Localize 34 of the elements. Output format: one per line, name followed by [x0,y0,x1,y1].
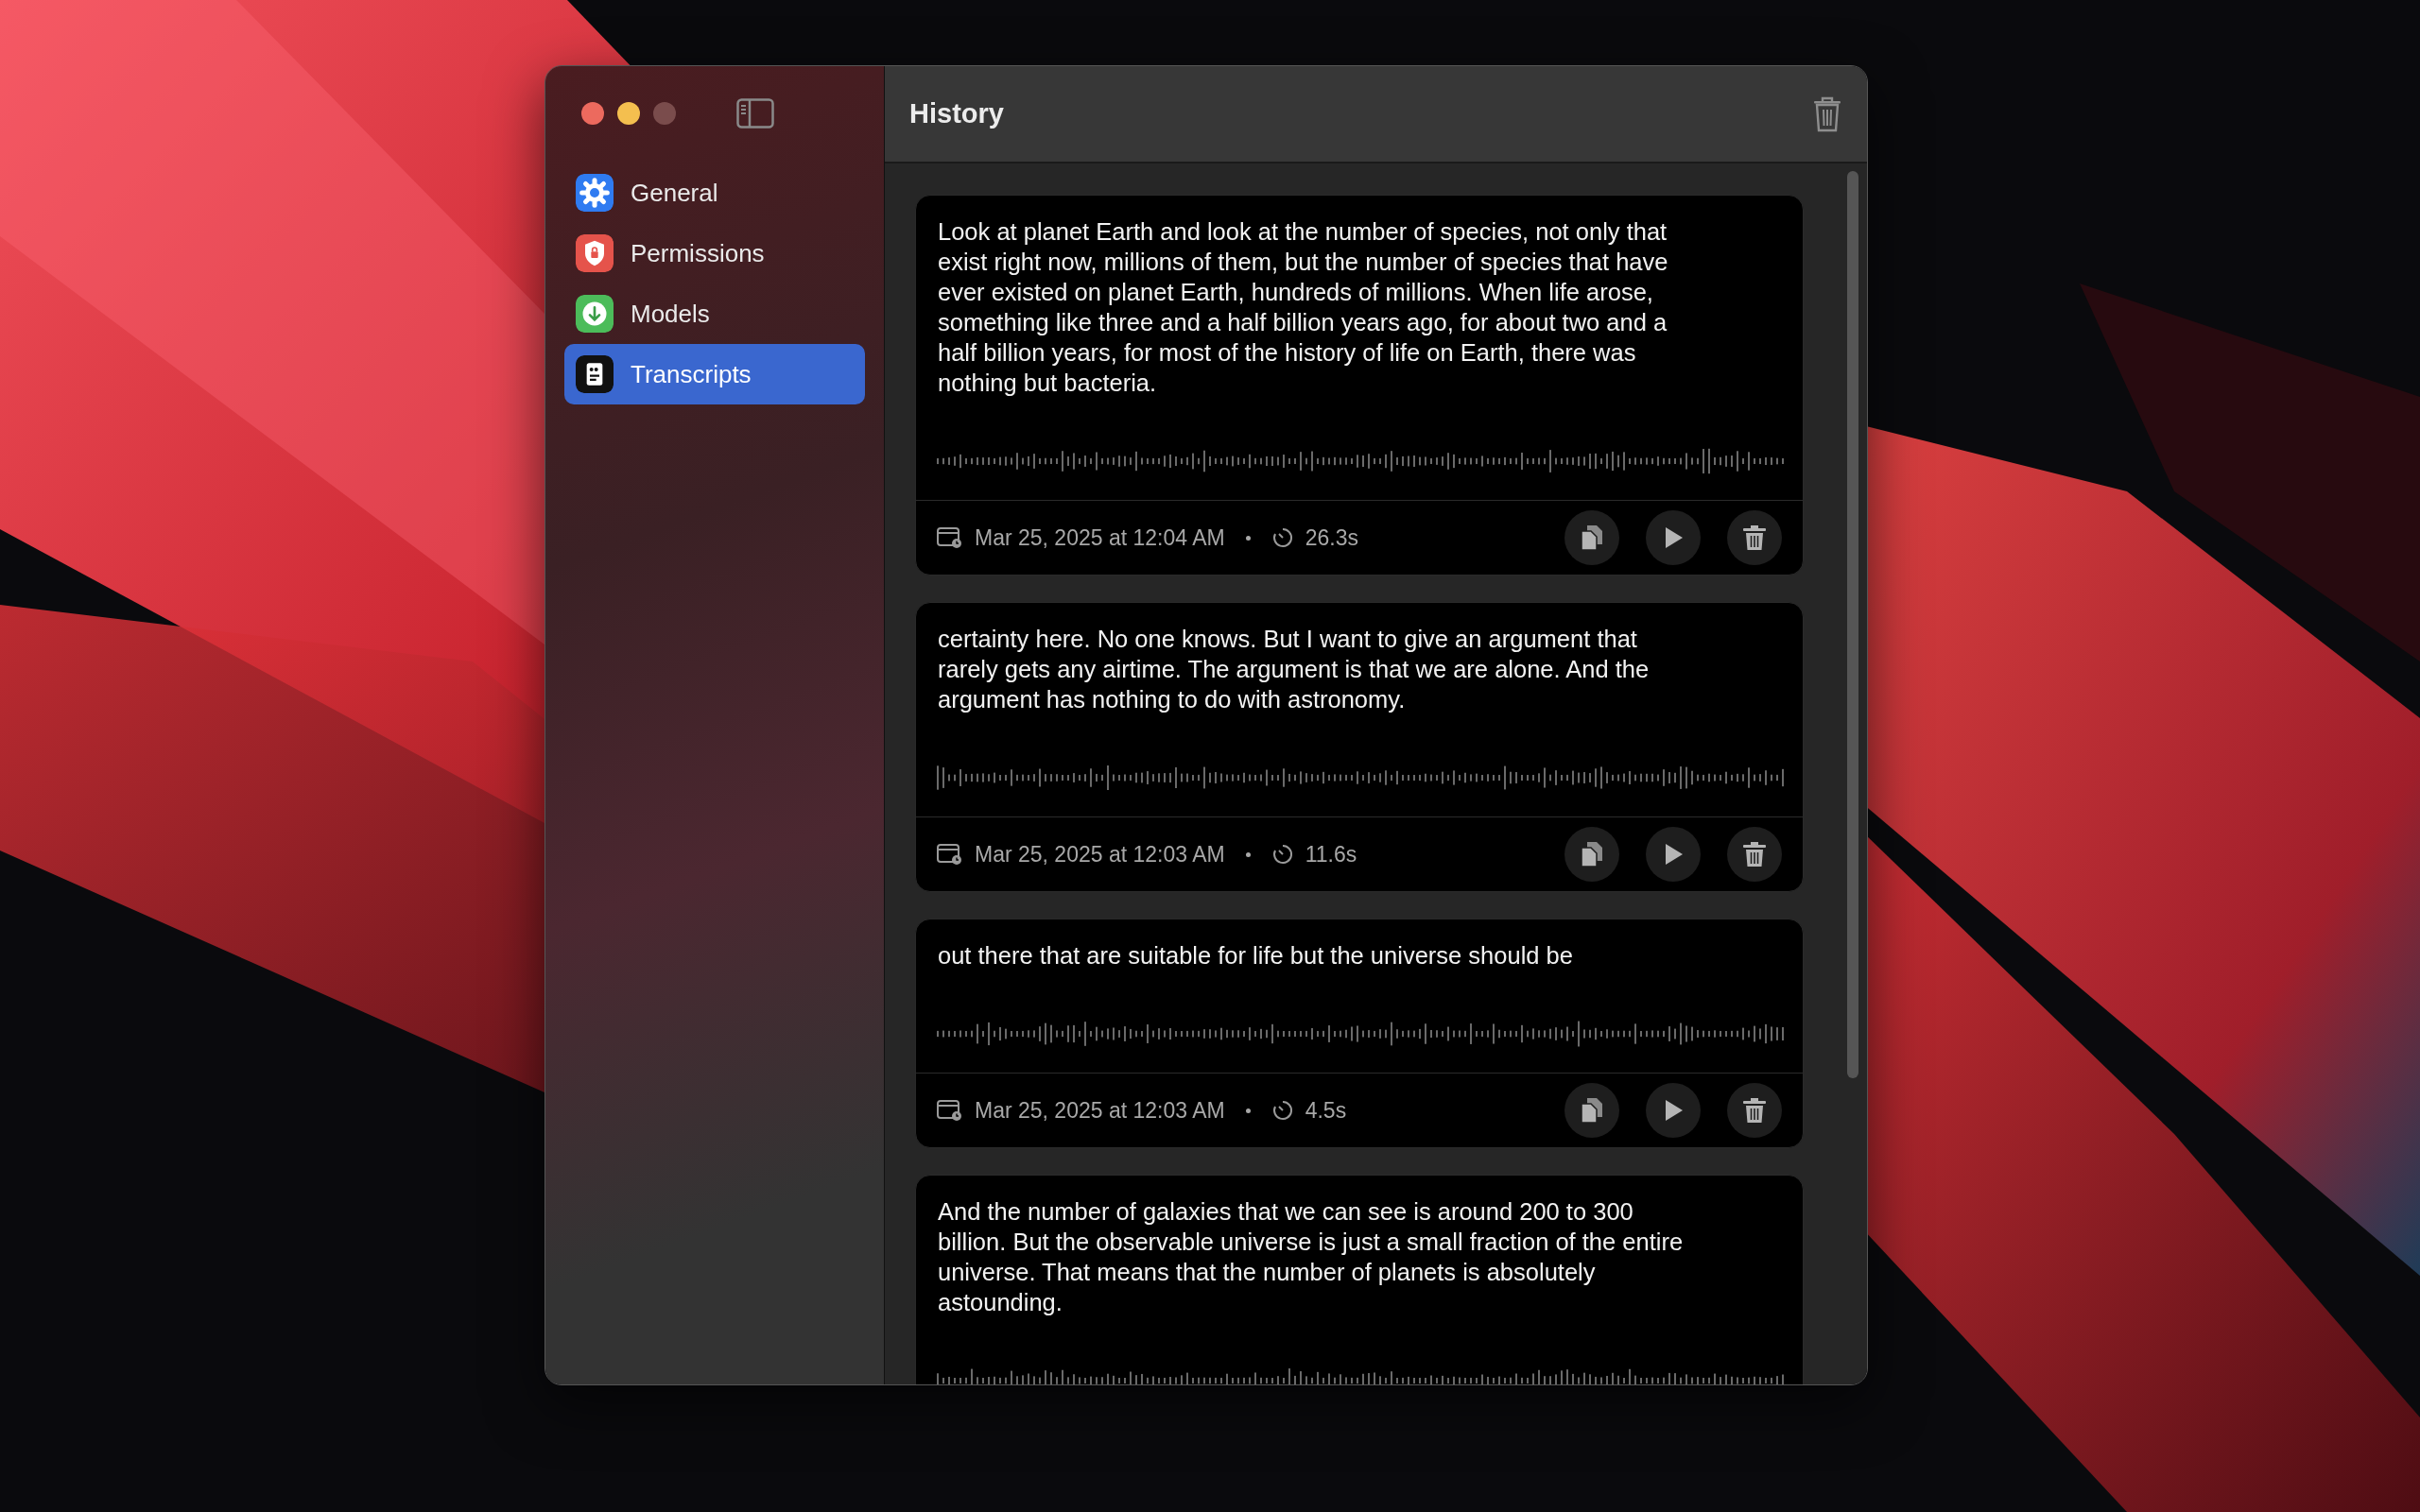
close-button[interactable] [581,102,604,125]
copy-icon [1579,1096,1605,1125]
duration-text: 4.5s [1305,1097,1347,1124]
duration-text: 26.3s [1305,524,1358,551]
sidebar-item[interactable]: General [564,163,865,223]
sidebar-item[interactable]: Models [564,284,865,344]
duration-text: 11.6s [1305,841,1357,868]
date-text: Mar 25, 2025 at 12:03 AM [975,841,1225,868]
calendar-icon [937,843,963,866]
calendar-icon [937,1099,963,1122]
copy-icon [1579,524,1605,552]
trash-icon [1742,524,1767,551]
transcript-text: Look at planet Earth and look at the number of species, not only that exist right now, millions of them, but the number of species that have ever existed on planet Earth, hundreds of millions. When life arose, something like three and a half billion years ago, for about two and a half billion years, for most of the history of life on Earth, there was nothing but bacteria. [937,217,1669,398]
separator-dot [1245,1108,1251,1113]
minimize-button[interactable] [617,102,640,125]
sidebar-item[interactable]: Transcripts [564,344,865,404]
transcript-text: certainty here. No one knows. But I want to give an argument that rarely gets any airtime. The argument is that we are alone. And the argument has nothing to do with astronomy. [937,625,1651,714]
transcript-text: out there that are suitable for life but the universe should be [937,941,1574,971]
timer-icon [1270,526,1294,549]
scrollbar-thumb[interactable] [1847,171,1858,1078]
sidebar-toggle-button[interactable] [736,98,774,129]
window-title: History [909,98,1005,129]
separator-dot [1245,535,1251,541]
copy-icon [1579,840,1605,868]
trash-icon [1742,1097,1767,1124]
calendar-icon [937,526,963,549]
date-text: Mar 25, 2025 at 12:04 AM [975,524,1225,551]
transcript-text: And the number of galaxies that we can see is around 200 to 300 billion. But the observable universe is just a small fraction of the entire universe. That means that the number of planets is absolutely astounding. [937,1197,1685,1317]
separator-dot [1245,851,1251,857]
timer-icon [1270,1099,1294,1122]
sidebar-item[interactable]: Permissions [564,223,865,284]
timer-icon [1270,843,1294,866]
date-text: Mar 25, 2025 at 12:03 AM [975,1097,1225,1124]
trash-icon [1742,841,1767,868]
